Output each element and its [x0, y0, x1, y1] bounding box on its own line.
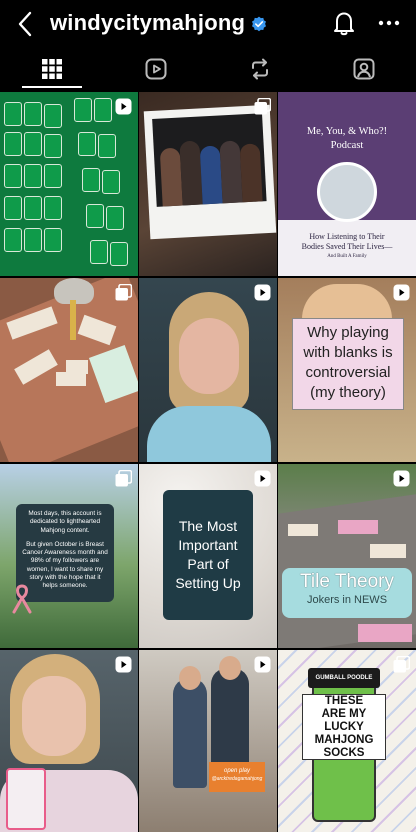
- podcast-title-2: Podcast: [330, 140, 364, 151]
- reposts-icon: [252, 58, 268, 80]
- post-tile-theory[interactable]: Tile Theory Jokers in NEWS: [278, 464, 416, 648]
- awareness-line-7: women, I want to share my: [26, 565, 104, 573]
- reels-icon: [145, 58, 167, 80]
- awareness-line-2: dedicated to lighthearted: [30, 518, 100, 526]
- tile-theory-card: Tile Theory Jokers in NEWS: [282, 568, 412, 618]
- tab-tagged[interactable]: [312, 50, 416, 88]
- awareness-line-8: story with the hope that it: [29, 574, 101, 582]
- tab-reposts[interactable]: [208, 50, 312, 88]
- setting-up-line-2: Important: [178, 537, 238, 553]
- tab-reels[interactable]: [104, 50, 208, 88]
- sock-line-1: THESE: [324, 694, 364, 707]
- setting-up-line-1: The Most: [178, 518, 238, 534]
- awareness-line-4: But given October is Breast: [26, 540, 104, 548]
- reel-badge-icon: [393, 284, 410, 301]
- posts-grid: Me, You, & Who?! Podcast How Listening t…: [0, 92, 416, 832]
- awareness-line-9: helps someone.: [42, 582, 88, 590]
- multi-post-icon: [254, 98, 271, 115]
- post-blanks-theory[interactable]: Why playing with blanks is controversial…: [278, 278, 416, 462]
- event-tag-2: @arcktredagamahjong: [211, 776, 263, 782]
- podcast-subtitle-3: And Built A Family: [327, 254, 367, 259]
- post-polaroid-group[interactable]: [139, 92, 277, 276]
- multi-post-icon: [115, 284, 132, 301]
- sock-line-5: SOCKS: [323, 746, 365, 759]
- setting-up-card: The Most Important Part of Setting Up: [163, 490, 253, 620]
- notifications-bell-icon[interactable]: [332, 10, 356, 36]
- reel-badge-icon: [254, 656, 271, 673]
- awareness-line-3: Mahjong content.: [40, 526, 90, 534]
- blanks-line-2: with blanks is: [303, 344, 393, 361]
- event-tag-1: open play: [223, 768, 251, 774]
- awareness-line-6: 98% of my followers are: [30, 557, 100, 565]
- reel-badge-icon: [393, 470, 410, 487]
- post-green-tiles[interactable]: [0, 92, 138, 276]
- reel-badge-icon: [115, 98, 132, 115]
- reel-badge-icon: [254, 470, 271, 487]
- blanks-text-card: Why playing with blanks is controversial…: [292, 318, 404, 410]
- post-lucky-socks[interactable]: GUMBALL POODLE THESE ARE MY LUCKY MAHJON…: [278, 650, 416, 832]
- post-selfie-car[interactable]: [139, 278, 277, 462]
- tile-theory-subtitle: Jokers in NEWS: [306, 594, 388, 606]
- blanks-line-4: (my theory): [310, 384, 386, 401]
- multi-post-icon: [393, 656, 410, 673]
- post-setting-up[interactable]: The Most Important Part of Setting Up: [139, 464, 277, 648]
- podcast-guest-photo: [317, 162, 377, 222]
- setting-up-line-3: Part of: [187, 556, 229, 572]
- awareness-line-5: Cancer Awareness month and: [22, 549, 108, 557]
- polaroid-photo: [143, 104, 277, 240]
- verified-badge-icon: [252, 16, 267, 32]
- reel-badge-icon: [254, 284, 271, 301]
- sock-line-4: MAHJONG: [314, 733, 374, 746]
- grid-icon: [42, 59, 62, 79]
- multi-post-icon: [115, 470, 132, 487]
- sock-label: THESE ARE MY LUCKY MAHJONG SOCKS: [302, 694, 386, 760]
- tab-posts-grid[interactable]: [0, 50, 104, 88]
- sock-brand: GUMBALL POODLE: [315, 675, 373, 681]
- post-table-tiles[interactable]: [0, 278, 138, 462]
- sock-line-2: ARE MY: [321, 707, 367, 720]
- podcast-subtitle-2: Bodies Saved Their Lives—: [301, 242, 393, 251]
- blanks-line-1: Why playing: [307, 324, 389, 341]
- pink-ribbon-icon: [12, 584, 32, 614]
- podcast-subtitle-1: How Listening to Their: [309, 232, 385, 241]
- reel-badge-icon: [115, 656, 132, 673]
- post-awareness[interactable]: Most days, this account is dedicated to …: [0, 464, 138, 648]
- podcast-title-1: Me, You, & Who?!: [306, 126, 388, 137]
- tagged-icon: [353, 58, 375, 80]
- blanks-line-3: controversial: [305, 364, 391, 381]
- username: windycitymahjong: [50, 10, 246, 35]
- post-podcast[interactable]: Me, You, & Who?! Podcast How Listening t…: [278, 92, 416, 276]
- post-selfie-drink[interactable]: [0, 650, 138, 832]
- profile-header: windycitymahjong: [0, 0, 416, 48]
- post-event-photo[interactable]: open play @arcktredagamahjong: [139, 650, 277, 832]
- profile-tabs: [0, 50, 416, 90]
- more-options-icon[interactable]: [376, 12, 402, 34]
- awareness-line-1: Most days, this account is: [28, 510, 102, 517]
- event-sign: open play @arcktredagamahjong: [209, 762, 265, 792]
- sock-line-3: LUCKY: [324, 720, 364, 733]
- setting-up-line-4: Setting Up: [175, 575, 241, 591]
- tile-theory-title: Tile Theory: [300, 571, 394, 592]
- profile-title: windycitymahjong: [50, 10, 267, 36]
- back-arrow-icon[interactable]: [14, 10, 38, 38]
